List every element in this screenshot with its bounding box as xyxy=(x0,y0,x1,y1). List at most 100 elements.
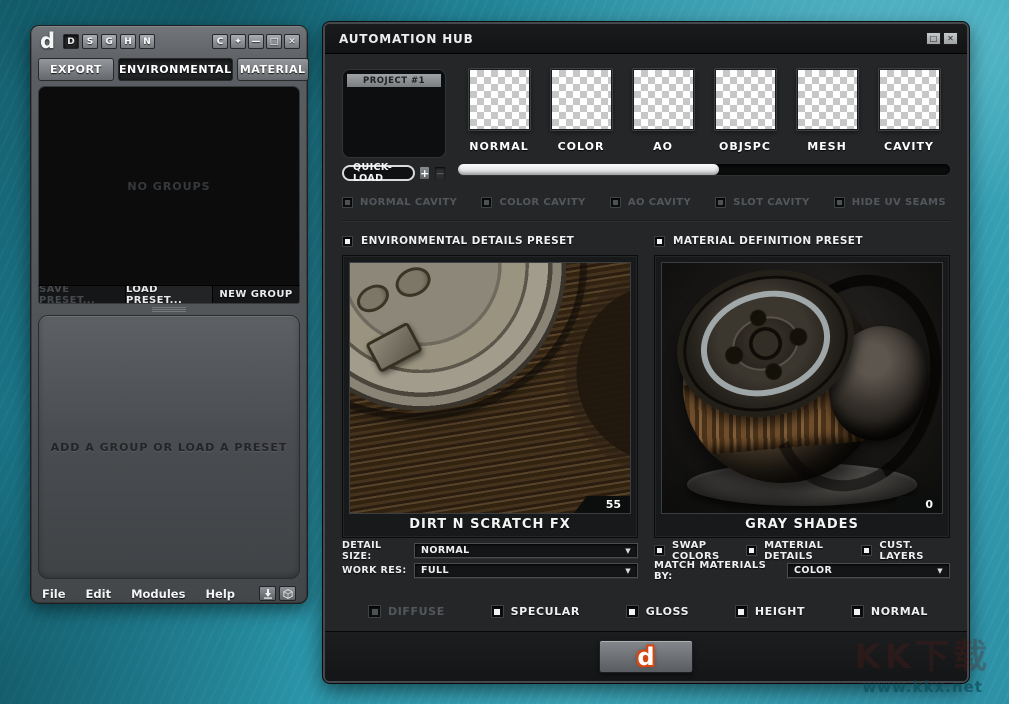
environmental-preset-header[interactable]: ENVIRONMENTAL DETAILS PRESET xyxy=(342,234,638,248)
material-preset-thumbnail[interactable]: 0 xyxy=(661,262,943,514)
detail-size-label: DETAIL SIZE: xyxy=(342,540,414,562)
texture-slot-mesh: MESH xyxy=(786,69,868,153)
checkbox-icon xyxy=(626,605,639,618)
tab-export[interactable]: EXPORT xyxy=(38,58,114,81)
hub-content: PROJECT #1 QUICK-LOAD + − NORMAL COL xyxy=(325,54,967,681)
checkbox-specular[interactable]: SPECULAR xyxy=(491,605,580,618)
add-project-button[interactable]: + xyxy=(419,166,431,180)
checkbox-diffuse[interactable]: DIFFUSE xyxy=(368,605,445,618)
checkbox-label: HEIGHT xyxy=(755,605,805,618)
menu-edit[interactable]: Edit xyxy=(86,587,112,601)
menu-modules[interactable]: Modules xyxy=(131,587,185,601)
texture-slot-thumb[interactable] xyxy=(879,69,940,130)
environmental-preset-body: 55 DIRT N SCRATCH FX xyxy=(342,255,638,538)
ddo-titlebar[interactable]: d D S G H N C ✦ — □ ✕ xyxy=(38,31,300,52)
module-button-g[interactable]: G xyxy=(101,34,117,49)
checkbox-swap-colors[interactable]: SWAP COLORS xyxy=(654,540,746,562)
checkbox-ao-cavity[interactable]: AO CAVITY xyxy=(610,197,691,208)
checkbox-icon xyxy=(834,197,845,208)
env-preset-name: DIRT N SCRATCH FX xyxy=(349,514,631,535)
dropdown-value: FULL xyxy=(421,565,449,576)
texture-scrollbar[interactable] xyxy=(458,164,950,175)
hub-titlebar[interactable]: AUTOMATION HUB □ ✕ xyxy=(325,24,967,54)
texture-slot-thumb[interactable] xyxy=(715,69,776,130)
ddo-logo-button[interactable]: d xyxy=(599,640,693,673)
material-preset-art xyxy=(662,263,942,513)
checkbox-label: COLOR CAVITY xyxy=(499,197,585,208)
checkbox-normal-cavity[interactable]: NORMAL CAVITY xyxy=(342,197,457,208)
chevron-down-icon: ▼ xyxy=(937,567,943,575)
minimize-icon[interactable]: — xyxy=(248,34,264,49)
match-materials-dropdown[interactable]: COLOR ▼ xyxy=(787,563,950,578)
ddo-logo-icon: d xyxy=(637,645,654,669)
menu-file[interactable]: File xyxy=(42,587,66,601)
maximize-icon[interactable]: □ xyxy=(266,34,282,49)
tab-material[interactable]: MATERIAL xyxy=(237,58,309,81)
module-button-d[interactable]: D xyxy=(63,34,79,49)
ddo-menubar: File Edit Modules Help xyxy=(38,586,300,601)
map-toggles-row: DIFFUSE SPECULAR GLOSS HEIGHT NORMAL xyxy=(342,605,950,618)
download-icon[interactable] xyxy=(259,586,276,601)
close-icon[interactable]: ✕ xyxy=(284,34,300,49)
texture-slot-thumb[interactable] xyxy=(633,69,694,130)
texture-slot-objspc: OBJSPC xyxy=(704,69,786,153)
detail-size-dropdown[interactable]: NORMAL ▼ xyxy=(414,543,638,558)
material-preset-header[interactable]: MATERIAL DEFINITION PRESET xyxy=(654,234,950,248)
checkbox-slot-cavity[interactable]: SLOT CAVITY xyxy=(715,197,809,208)
env-preset-art xyxy=(350,263,630,513)
chevron-down-icon: ▼ xyxy=(625,567,631,575)
divider xyxy=(342,220,950,222)
checkbox-icon xyxy=(654,236,665,247)
checkbox-icon xyxy=(851,605,864,618)
checkbox-hide-uv-seams[interactable]: HIDE UV SEAMS xyxy=(834,197,946,208)
module-button-h[interactable]: H xyxy=(120,34,136,49)
preset-drop-panel[interactable]: ADD A GROUP OR LOAD A PRESET xyxy=(38,315,300,579)
texture-slot-label: AO xyxy=(653,140,673,153)
material-preset-section: MATERIAL DEFINITION PRESET xyxy=(654,234,950,578)
groups-placeholder-text: NO GROUPS xyxy=(127,180,210,193)
texture-slot-thumb[interactable] xyxy=(551,69,612,130)
checkbox-icon xyxy=(654,545,665,556)
checkbox-icon xyxy=(861,545,872,556)
close-icon[interactable]: ✕ xyxy=(943,32,958,45)
checkbox-material-details[interactable]: MATERIAL DETAILS xyxy=(746,540,861,562)
preset-button-row: SAVE PRESET... LOAD PRESET... NEW GROUP xyxy=(38,285,300,304)
texture-scrollbar-thumb[interactable] xyxy=(458,164,719,175)
dropdown-value: NORMAL xyxy=(421,545,470,556)
texture-slot-label: MESH xyxy=(807,140,847,153)
cube-icon[interactable] xyxy=(279,586,296,601)
environmental-preset-thumbnail[interactable]: 55 xyxy=(349,262,631,514)
refresh-icon[interactable]: C xyxy=(212,34,228,49)
save-preset-button[interactable]: SAVE PRESET... xyxy=(39,286,125,303)
remove-project-button[interactable]: − xyxy=(434,166,446,180)
groups-panel: NO GROUPS xyxy=(38,86,300,285)
checkbox-gloss[interactable]: GLOSS xyxy=(626,605,689,618)
checkbox-cust-layers[interactable]: CUST. LAYERS xyxy=(861,540,950,562)
texture-slot-thumb[interactable] xyxy=(797,69,858,130)
maximize-icon[interactable]: □ xyxy=(926,32,941,45)
tab-environmental[interactable]: ENVIRONMENTAL xyxy=(118,58,233,81)
checkbox-normal[interactable]: NORMAL xyxy=(851,605,928,618)
texture-slots-row: NORMAL COLOR AO OBJSPC xyxy=(458,69,950,153)
checkbox-label: SPECULAR xyxy=(511,605,580,618)
work-res-label: WORK RES: xyxy=(342,565,414,576)
texture-slot-color: COLOR xyxy=(540,69,622,153)
checkbox-icon xyxy=(342,236,353,247)
pin-icon[interactable]: ✦ xyxy=(230,34,246,49)
preset-drop-placeholder-text: ADD A GROUP OR LOAD A PRESET xyxy=(51,441,288,454)
module-button-n[interactable]: N xyxy=(139,34,155,49)
panel-resize-grip[interactable] xyxy=(152,307,186,313)
checkbox-icon xyxy=(491,605,504,618)
menu-help[interactable]: Help xyxy=(205,587,235,601)
work-res-dropdown[interactable]: FULL ▼ xyxy=(414,563,638,578)
checkbox-label: GLOSS xyxy=(646,605,689,618)
checkbox-height[interactable]: HEIGHT xyxy=(735,605,805,618)
quick-load-button[interactable]: QUICK-LOAD xyxy=(342,165,415,181)
project-thumbnail[interactable]: PROJECT #1 xyxy=(342,69,446,158)
checkbox-color-cavity[interactable]: COLOR CAVITY xyxy=(481,197,585,208)
checkbox-label: MATERIAL DETAILS xyxy=(764,540,861,562)
module-button-s[interactable]: S xyxy=(82,34,98,49)
load-preset-button[interactable]: LOAD PRESET... xyxy=(125,286,213,303)
texture-slot-thumb[interactable] xyxy=(469,69,530,130)
new-group-button[interactable]: NEW GROUP xyxy=(213,286,299,303)
